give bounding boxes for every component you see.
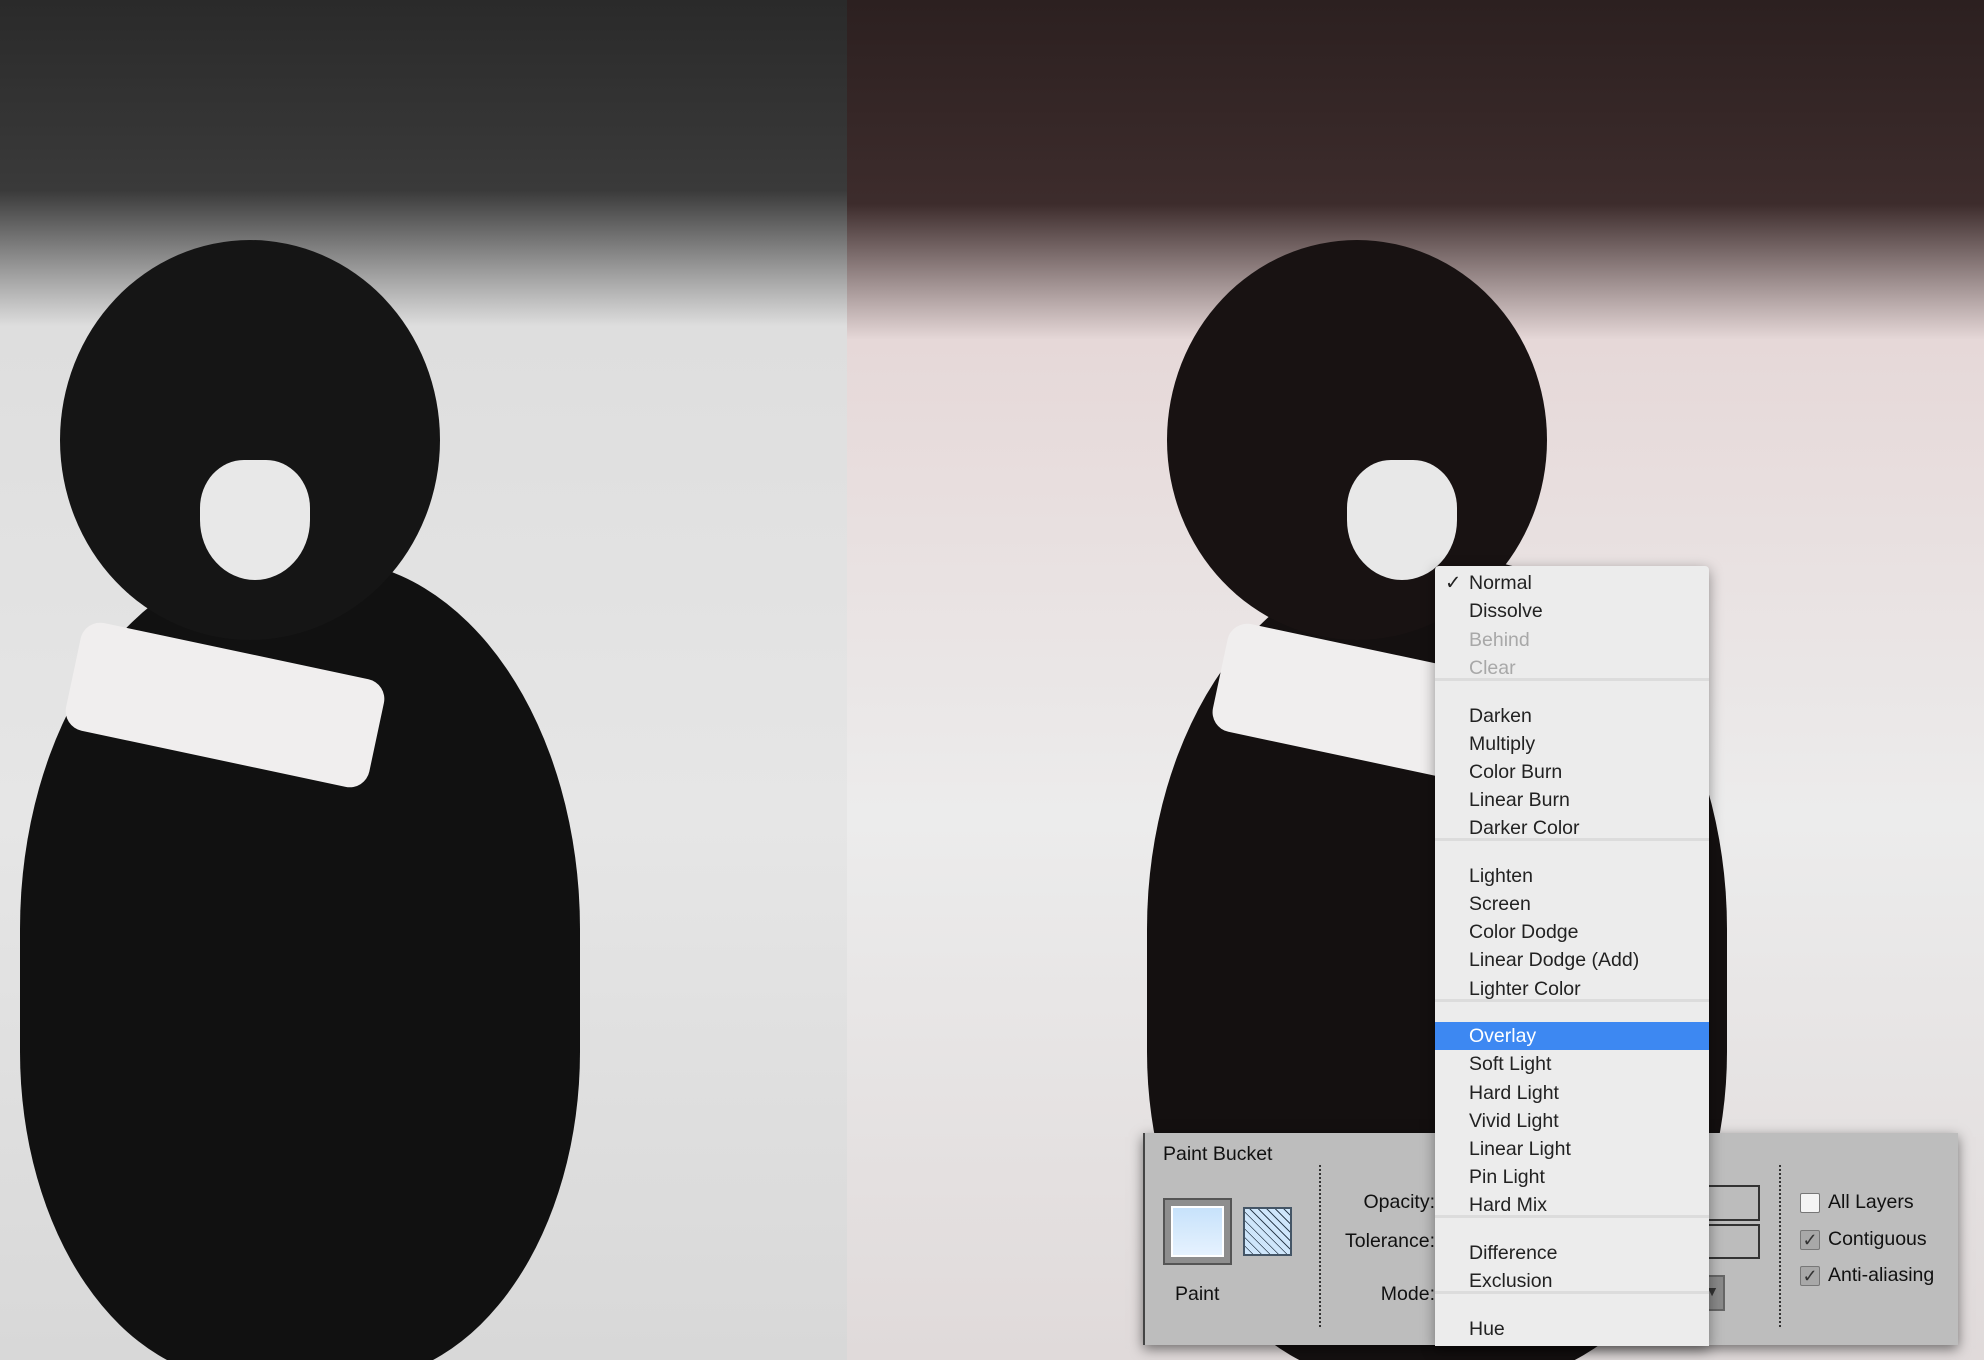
menu-item-label: Hue [1469, 1318, 1505, 1340]
menu-item-linear-light[interactable]: Linear Light [1435, 1135, 1709, 1163]
menu-item-hue[interactable]: Hue [1435, 1315, 1709, 1343]
contiguous-checkbox[interactable]: ✓ [1800, 1230, 1820, 1250]
menu-item-label: Screen [1469, 893, 1531, 915]
source-label: Paint [1175, 1283, 1220, 1305]
pattern-source-button[interactable] [1243, 1207, 1292, 1256]
menu-item-exclusion[interactable]: Exclusion [1435, 1267, 1709, 1295]
menu-item-label: Linear Light [1469, 1138, 1571, 1160]
menu-item-label: Darker Color [1469, 817, 1580, 839]
dog-tongue [200, 460, 310, 580]
menu-item-clear: Clear [1435, 654, 1709, 682]
menu-item-label: Behind [1469, 629, 1530, 651]
menu-item-label: Lighter Color [1469, 978, 1581, 1000]
solid-fill-icon [1171, 1206, 1224, 1257]
menu-item-label: Linear Dodge (Add) [1469, 949, 1640, 971]
anti-aliasing-checkbox[interactable]: ✓ [1800, 1266, 1820, 1286]
menu-item-label: Difference [1469, 1242, 1558, 1264]
menu-item-darken[interactable]: Darken [1435, 702, 1709, 730]
menu-item-label: Dissolve [1469, 600, 1543, 622]
menu-item-normal[interactable]: ✓ Normal [1435, 569, 1709, 597]
menu-item-lighten[interactable]: Lighten [1435, 862, 1709, 890]
menu-item-behind: Behind [1435, 626, 1709, 654]
checkmark-icon: ✓ [1445, 572, 1462, 594]
menu-item-color-burn[interactable]: Color Burn [1435, 758, 1709, 786]
blend-mode-menu: ✓ Normal Dissolve Behind Clear Darken Multiply… [1435, 566, 1709, 1346]
menu-item-label: Normal [1469, 572, 1532, 594]
menu-item-multiply[interactable]: Multiply [1435, 730, 1709, 758]
menu-item-color-dodge[interactable]: Color Dodge [1435, 918, 1709, 946]
menu-item-soft-light[interactable]: Soft Light [1435, 1050, 1709, 1078]
anti-aliasing-label: Anti-aliasing [1828, 1264, 1935, 1286]
menu-item-label: Hard Mix [1469, 1194, 1548, 1216]
menu-item-label: Lighten [1469, 865, 1533, 887]
menu-item-linear-dodge-add[interactable]: Linear Dodge (Add) [1435, 946, 1709, 974]
contiguous-label: Contiguous [1828, 1228, 1927, 1250]
mode-label: Mode: [1380, 1283, 1435, 1305]
menu-item-label: Exclusion [1469, 1270, 1553, 1292]
menu-item-dissolve[interactable]: Dissolve [1435, 597, 1709, 625]
menu-item-vivid-light[interactable]: Vivid Light [1435, 1107, 1709, 1135]
menu-item-hard-light[interactable]: Hard Light [1435, 1079, 1709, 1107]
menu-item-label: Vivid Light [1469, 1110, 1559, 1132]
menu-item-label: Pin Light [1469, 1166, 1545, 1188]
menu-item-label: Darken [1469, 705, 1532, 727]
menu-item-label: Hard Light [1469, 1082, 1559, 1104]
menu-item-label: Linear Burn [1469, 789, 1570, 811]
menu-item-label: Color Dodge [1469, 921, 1579, 943]
tolerance-label: Tolerance: [1345, 1230, 1435, 1252]
divider [1779, 1165, 1781, 1327]
menu-item-darker-color[interactable]: Darker Color [1435, 814, 1709, 842]
dog-head [60, 240, 440, 640]
menu-item-label: Overlay [1469, 1025, 1537, 1047]
menu-item-hard-mix[interactable]: Hard Mix [1435, 1191, 1709, 1219]
menu-item-label: Multiply [1469, 733, 1536, 755]
menu-item-label: Color Burn [1469, 761, 1563, 783]
photo-grayscale [0, 0, 847, 1360]
all-layers-checkbox[interactable] [1800, 1193, 1820, 1213]
all-layers-label: All Layers [1828, 1191, 1914, 1213]
menu-item-pin-light[interactable]: Pin Light [1435, 1163, 1709, 1191]
menu-item-screen[interactable]: Screen [1435, 890, 1709, 918]
menu-item-label: Soft Light [1469, 1053, 1552, 1075]
opacity-label: Opacity: [1363, 1191, 1435, 1213]
menu-item-lighter-color[interactable]: Lighter Color [1435, 975, 1709, 1003]
paint-source-button[interactable] [1163, 1198, 1232, 1265]
panel-title: Paint Bucket [1163, 1143, 1273, 1165]
menu-item-overlay[interactable]: Overlay [1435, 1022, 1709, 1050]
dog-tongue [1347, 460, 1457, 580]
menu-item-difference[interactable]: Difference [1435, 1239, 1709, 1267]
menu-item-linear-burn[interactable]: Linear Burn [1435, 786, 1709, 814]
menu-item-label: Clear [1469, 657, 1516, 679]
